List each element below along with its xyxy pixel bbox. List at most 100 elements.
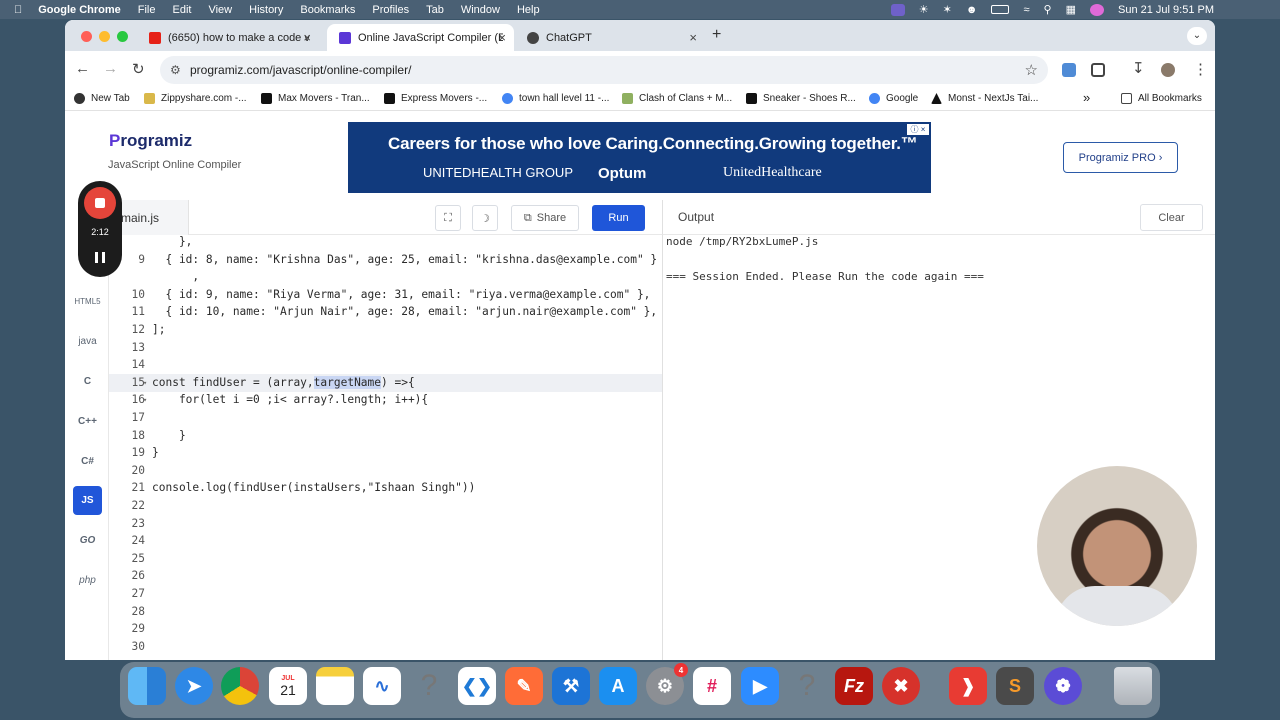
minimize-window-button[interactable]: [99, 31, 110, 42]
bookmark-zippyshare[interactable]: Zippyshare.com -...: [144, 93, 247, 104]
site-info-icon[interactable]: ⚙: [170, 63, 181, 77]
lang-c-button[interactable]: C: [73, 367, 102, 396]
zoom-window-button[interactable]: [117, 31, 128, 42]
theme-toggle-button[interactable]: ☽: [472, 205, 498, 231]
slack-icon[interactable]: #: [693, 667, 731, 705]
line-number: 14: [131, 358, 145, 372]
unknown-app-icon[interactable]: ?: [410, 667, 448, 705]
menu-file[interactable]: File: [138, 4, 156, 16]
close-tab-icon[interactable]: ×: [498, 30, 506, 45]
user-icon[interactable]: ☻: [966, 4, 978, 16]
tab-chatgpt[interactable]: ChatGPT ×: [515, 24, 705, 51]
tab-programiz[interactable]: Online JavaScript Compiler (E ×: [327, 24, 514, 51]
menu-profiles[interactable]: Profiles: [372, 4, 409, 16]
vscode-icon[interactable]: ❮❯: [458, 667, 496, 705]
sublime-icon[interactable]: S: [996, 667, 1034, 705]
screen-share-icon[interactable]: [890, 3, 905, 16]
finder-icon[interactable]: [128, 667, 166, 705]
menu-tab[interactable]: Tab: [426, 4, 444, 16]
lang-csharp-button[interactable]: C#: [73, 447, 102, 476]
bookmark-town-hall[interactable]: town hall level 11 -...: [502, 93, 609, 104]
close-window-button[interactable]: [81, 31, 92, 42]
menu-history[interactable]: History: [249, 4, 283, 16]
menu-help[interactable]: Help: [517, 4, 540, 16]
all-bookmarks[interactable]: All Bookmarks: [1121, 93, 1202, 104]
lang-js-button[interactable]: JS: [73, 486, 102, 515]
fullscreen-button[interactable]: ⛶: [435, 205, 461, 231]
puzzle-icon[interactable]: [1091, 63, 1105, 77]
programiz-logo[interactable]: Programiz: [109, 131, 192, 151]
ad-close-icon[interactable]: ⓘ ×: [907, 124, 929, 135]
extension-icon[interactable]: [1062, 63, 1076, 77]
programiz-page: Programiz JavaScript Online Compiler Car…: [65, 112, 1215, 660]
back-button[interactable]: ←: [75, 60, 90, 77]
tab-search-button[interactable]: ⌄: [1187, 27, 1207, 45]
calendar-icon[interactable]: JUL 21: [269, 667, 307, 705]
siri-icon[interactable]: [1089, 3, 1104, 16]
bookmark-new-tab[interactable]: New Tab: [74, 93, 130, 104]
fold-arrow-icon[interactable]: ▾: [143, 379, 147, 387]
freeform-icon[interactable]: ∿: [363, 667, 401, 705]
remote-desktop-icon[interactable]: ✖: [882, 667, 920, 705]
chrome-dock-icon[interactable]: [221, 667, 259, 705]
unknown-app-icon-2[interactable]: ?: [788, 667, 826, 705]
ad-banner[interactable]: Careers for those who love Caring.Connec…: [348, 122, 931, 193]
menu-bookmarks[interactable]: Bookmarks: [300, 4, 355, 16]
bookmark-max-movers[interactable]: Max Movers - Tran...: [261, 93, 370, 104]
code-editor[interactable]: }, 9 { id: 8, name: "Krishna Das", age: 2…: [109, 235, 662, 660]
flower-app-icon[interactable]: ❁: [1044, 667, 1082, 705]
app-store-icon[interactable]: A: [599, 667, 637, 705]
profile-avatar[interactable]: [1161, 63, 1175, 77]
bookmark-google[interactable]: Google: [869, 93, 918, 104]
tab-youtube[interactable]: (6650) how to make a code v ×: [137, 24, 319, 51]
bluetooth-icon[interactable]: ✶: [943, 3, 952, 16]
menu-window[interactable]: Window: [461, 4, 500, 16]
bookmark-express-movers[interactable]: Express Movers -...: [384, 93, 487, 104]
bookmark-clash[interactable]: Clash of Clans + M...: [622, 93, 732, 104]
reload-button[interactable]: ↻: [132, 60, 145, 78]
xcode-icon[interactable]: ⚒: [552, 667, 590, 705]
zoom-icon[interactable]: ▶: [741, 667, 779, 705]
fold-arrow-icon[interactable]: ▾: [143, 396, 147, 404]
stop-recording-button[interactable]: [84, 187, 116, 219]
clear-button[interactable]: Clear: [1140, 204, 1203, 231]
address-bar[interactable]: ⚙ programiz.com/javascript/online-compil…: [160, 56, 1048, 84]
chrome-menu-icon[interactable]: ⋮: [1193, 60, 1208, 78]
lang-php-button[interactable]: php: [73, 566, 102, 595]
postman-icon[interactable]: ✎: [505, 667, 543, 705]
anydesk-icon[interactable]: ❱: [949, 667, 987, 705]
bookmarks-overflow-button[interactable]: »: [1083, 90, 1090, 105]
wifi-icon[interactable]: ≈: [1023, 4, 1029, 16]
programiz-pro-button[interactable]: Programiz PRO ›: [1063, 142, 1178, 173]
brightness-icon[interactable]: ☀: [919, 3, 929, 16]
apple-icon[interactable]: : [14, 4, 22, 16]
share-button[interactable]: ⧉ Share: [511, 205, 579, 231]
run-button[interactable]: Run: [592, 205, 645, 231]
filezilla-icon[interactable]: Fz: [835, 667, 873, 705]
menu-app-name[interactable]: Google Chrome: [38, 4, 121, 16]
close-tab-icon[interactable]: ×: [303, 30, 311, 45]
battery-icon[interactable]: [991, 5, 1010, 14]
download-icon[interactable]: ↧: [1132, 59, 1145, 77]
menu-datetime[interactable]: Sun 21 Jul 9:51 PM: [1118, 4, 1214, 16]
search-icon[interactable]: ⚲: [1044, 3, 1052, 16]
trash-icon[interactable]: [1114, 667, 1152, 705]
bookmark-label: Clash of Clans + M...: [639, 93, 733, 104]
menu-edit[interactable]: Edit: [173, 4, 192, 16]
new-tab-button[interactable]: +: [712, 26, 721, 44]
system-settings-icon[interactable]: ⚙ 4: [646, 663, 688, 705]
lang-java-button[interactable]: java: [73, 327, 102, 356]
bookmark-monst[interactable]: Monst - NextJs Tai...: [931, 93, 1038, 104]
control-center-icon[interactable]: ▦: [1066, 3, 1076, 16]
bookmark-star-icon[interactable]: ☆: [1025, 61, 1038, 79]
lang-cpp-button[interactable]: C++: [73, 407, 102, 436]
lang-html-button[interactable]: HTML5: [73, 287, 102, 316]
lang-go-button[interactable]: GO: [73, 526, 102, 555]
pause-icon[interactable]: [95, 252, 105, 263]
forward-button[interactable]: →: [103, 60, 118, 77]
close-tab-icon[interactable]: ×: [689, 30, 697, 45]
menu-view[interactable]: View: [208, 4, 232, 16]
safari-icon[interactable]: ➤: [175, 667, 213, 705]
bookmark-sneaker[interactable]: Sneaker - Shoes R...: [746, 93, 856, 104]
notes-icon[interactable]: [316, 667, 354, 705]
